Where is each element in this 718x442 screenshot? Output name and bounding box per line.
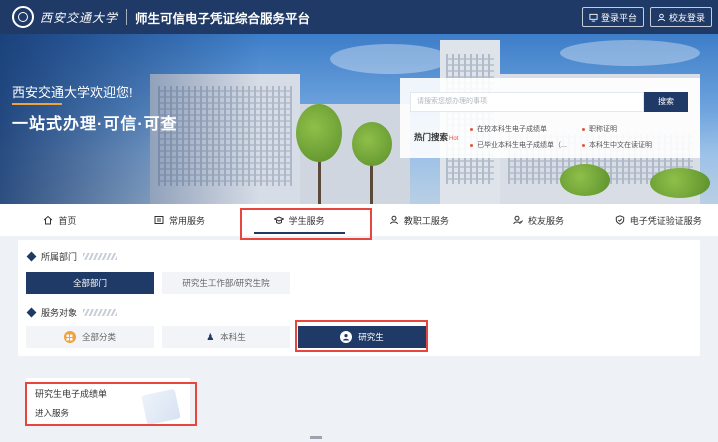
logo-text: 西安交通大学 — [40, 10, 119, 25]
nav-label: 常用服务 — [169, 215, 206, 226]
audience-filter-heading: 服务对象 — [26, 306, 118, 319]
welcome-text: 西安交通大学欢迎您! — [12, 85, 133, 100]
list-icon — [154, 216, 164, 224]
diamond-icon — [26, 307, 37, 318]
slogan-text: 一站式办理·可信·可查 — [12, 116, 178, 133]
audience-chip-label: 本科生 — [220, 332, 246, 342]
hot-badge: Hot — [449, 136, 459, 142]
nav-item-home[interactable]: 首页 — [0, 204, 120, 236]
top-header: 西安交通大学 师生可信电子凭证综合服务平台 登录平台 校友登录 — [0, 0, 718, 34]
hot-search-text: 热门搜索 — [414, 132, 449, 142]
hot-search-item[interactable]: 在校本科生电子成绩单 — [470, 124, 547, 134]
nav-item-staff-services[interactable]: 教职工服务 — [359, 204, 479, 236]
enter-service-link[interactable]: 进入服务 — [35, 407, 69, 419]
alumni-login-label: 校友登录 — [668, 12, 705, 23]
home-icon — [43, 215, 53, 225]
document-illustration — [141, 388, 181, 424]
department-chip-all[interactable]: 全部部门 — [26, 272, 154, 294]
audience-chip-all[interactable]: 全部分类 — [26, 326, 154, 348]
hot-search-label: 热门搜索Hot — [414, 131, 458, 143]
hot-search-item[interactable]: 职称证明 — [582, 124, 617, 134]
search-input[interactable]: 请搜索您想办理的事项 — [410, 92, 644, 112]
service-card-title: 研究生电子成绩单 — [35, 389, 108, 399]
nav-item-alumni-services[interactable]: 校友服务 — [479, 204, 599, 236]
audience-filter-label: 服务对象 — [41, 308, 78, 318]
header-divider — [126, 9, 128, 25]
nav-item-student-services[interactable]: 学生服务 — [239, 204, 359, 236]
login-platform-label: 登录平台 — [600, 12, 637, 23]
university-seal-icon — [12, 6, 34, 28]
audience-chip-graduate[interactable]: 研究生 — [298, 326, 426, 348]
alumni-icon — [513, 215, 523, 225]
service-card[interactable]: 研究生电子成绩单 进入服务 — [26, 378, 190, 424]
audience-chip-undergraduate[interactable]: ♟ 本科生 — [162, 326, 290, 348]
nav-label: 电子凭证验证服务 — [629, 215, 702, 226]
nav-label: 校友服务 — [528, 215, 565, 226]
user-icon — [657, 13, 666, 21]
hot-search-item[interactable]: 已毕业本科生电子成绩单（... — [470, 140, 567, 150]
monitor-icon — [589, 13, 598, 22]
stripes-decoration — [83, 253, 118, 260]
nav-item-common-services[interactable]: 常用服务 — [120, 204, 240, 236]
platform-title: 师生可信电子凭证综合服务平台 — [135, 11, 311, 26]
shield-check-icon — [615, 215, 624, 225]
person-icon: ♟ — [206, 331, 215, 342]
nav-label: 教职工服务 — [403, 215, 449, 226]
department-chip-graduate-school[interactable]: 研究生工作部/研究生院 — [162, 272, 290, 294]
user-icon — [389, 215, 398, 225]
welcome-underline — [12, 103, 62, 105]
department-filter-label: 所属部门 — [41, 252, 78, 262]
login-platform-button[interactable]: 登录平台 — [581, 7, 644, 27]
nav-item-verification-services[interactable]: 电子凭证验证服务 — [598, 204, 718, 236]
department-filter-heading: 所属部门 — [26, 250, 118, 263]
nav-label: 首页 — [58, 215, 77, 226]
filter-card: 所属部门 全部部门 研究生工作部/研究生院 服务对象 全部分类 ♟ 本科生 研究… — [18, 240, 700, 356]
nav-label: 学生服务 — [288, 215, 325, 226]
audience-chip-label: 全部分类 — [81, 332, 116, 342]
search-button[interactable]: 搜索 — [644, 92, 688, 112]
diamond-icon — [26, 251, 37, 262]
graduation-cap-icon — [273, 216, 284, 224]
category-icon — [63, 331, 76, 343]
main-nav: 首页 常用服务 学生服务 教职工服务 校友服务 电子凭证验证服务 — [0, 204, 718, 236]
hot-search-item[interactable]: 本科生中文在读证明 — [582, 140, 652, 150]
audience-chip-label: 研究生 — [358, 332, 384, 342]
scroll-indicator — [310, 436, 322, 439]
search-panel: 请搜索您想办理的事项 搜索 热门搜索Hot 在校本科生电子成绩单 职称证明 已毕… — [400, 78, 700, 158]
university-logo[interactable]: 西安交通大学 — [12, 6, 118, 28]
stripes-decoration — [83, 309, 118, 316]
alumni-login-button[interactable]: 校友登录 — [649, 7, 712, 27]
campus-banner: 西安交通大学欢迎您! 一站式办理·可信·可查 请搜索您想办理的事项 搜索 热门搜… — [0, 34, 718, 204]
graduate-icon — [340, 331, 353, 343]
